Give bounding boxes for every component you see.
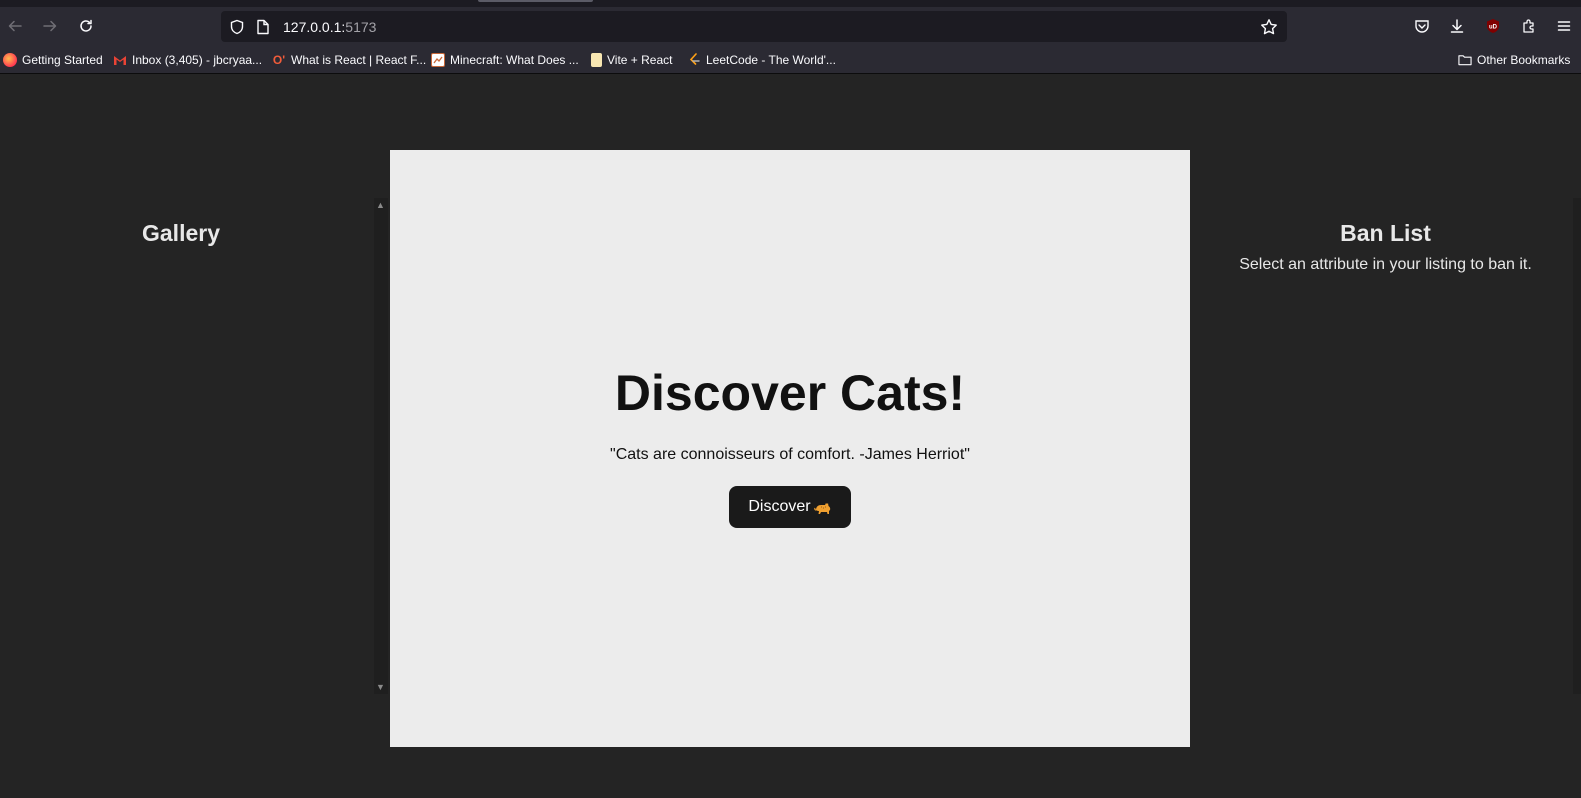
discover-button-label: Discover [748,498,811,515]
arrow-left-icon [8,20,22,32]
url-text[interactable]: 127.0.0.1:5173 [283,19,376,35]
url-host: 127.0.0.1: [283,19,346,35]
other-bookmarks-label: Other Bookmarks [1477,53,1571,67]
menu-button[interactable] [1552,14,1576,38]
gmail-icon [113,53,127,67]
gallery-scrollbar[interactable]: ▲ ▼ [374,198,388,694]
other-bookmarks[interactable]: Other Bookmarks [1458,51,1570,69]
reload-button[interactable] [74,14,98,38]
discover-button[interactable]: Discover [729,486,851,528]
reload-icon [80,19,92,32]
quote-text: "Cats are connoisseurs of comfort. -Jame… [610,446,970,463]
active-tab-indicator[interactable] [478,0,593,2]
bookmark-vite-react[interactable]: Vite + React [591,51,672,69]
extensions-button[interactable] [1517,14,1541,38]
ban-list-subtitle: Select an attribute in your listing to b… [1239,256,1532,273]
leetcode-icon [687,53,701,67]
page-icon[interactable] [254,18,272,36]
vite-icon [591,53,602,67]
cat-icon [813,503,830,514]
bookmark-label: Vite + React [607,53,673,67]
bookmark-label: Getting Started [22,53,103,67]
downloads-button[interactable] [1445,14,1469,38]
discover-card: Discover Cats! "Cats are connoisseurs of… [390,150,1190,747]
bookmark-minecraft[interactable]: Minecraft: What Does ... [431,51,579,69]
firefox-icon [3,53,17,67]
page-content: Gallery ▲ ▼ Discover Cats! "Cats are con… [0,74,1581,798]
bookmark-what-is-react[interactable]: O' What is React | React F... [272,51,426,69]
react-course-icon: O' [272,53,286,67]
bookmark-getting-started[interactable]: Getting Started [3,51,103,69]
folder-icon [1458,53,1472,67]
pocket-button[interactable] [1410,14,1434,38]
bookmark-leetcode[interactable]: LeetCode - The World'... [687,51,836,69]
back-button[interactable] [3,14,27,38]
bookmarks-bar: Getting Started Inbox (3,405) - jbcryaa.… [0,45,1581,74]
gallery-title: Gallery [142,220,220,246]
bookmark-label: Inbox (3,405) - jbcryaa... [132,53,263,67]
bookmark-inbox[interactable]: Inbox (3,405) - jbcryaa... [113,51,262,69]
bookmark-label: LeetCode - The World'... [706,53,836,67]
bookmark-label: Minecraft: What Does ... [450,53,579,67]
minecraft-icon [431,53,445,67]
download-icon [1450,19,1464,33]
pocket-icon [1415,20,1429,33]
tab-strip [0,0,1581,7]
url-bar[interactable]: 127.0.0.1:5173 [221,11,1287,42]
shield-icon[interactable] [228,18,246,36]
arrow-right-icon [43,20,57,32]
ublock-origin-icon: uD [1487,19,1499,33]
page-title: Discover Cats! [614,365,966,421]
star-icon[interactable] [1260,18,1278,36]
ban-list-scrollbar[interactable] [1573,198,1581,694]
url-port: 5173 [345,19,377,35]
navigation-bar: 127.0.0.1:5173 uD [0,7,1581,45]
forward-button[interactable] [38,14,62,38]
ublock-button[interactable]: uD [1481,14,1505,38]
puzzle-icon [1523,19,1534,33]
scroll-up-icon[interactable]: ▲ [376,200,385,210]
ban-list-title: Ban List [1340,220,1431,246]
hamburger-menu-icon [1557,21,1571,31]
svg-text:uD: uD [1489,25,1498,31]
bookmark-label: What is React | React F... [291,53,427,67]
scroll-down-icon[interactable]: ▼ [376,682,385,692]
